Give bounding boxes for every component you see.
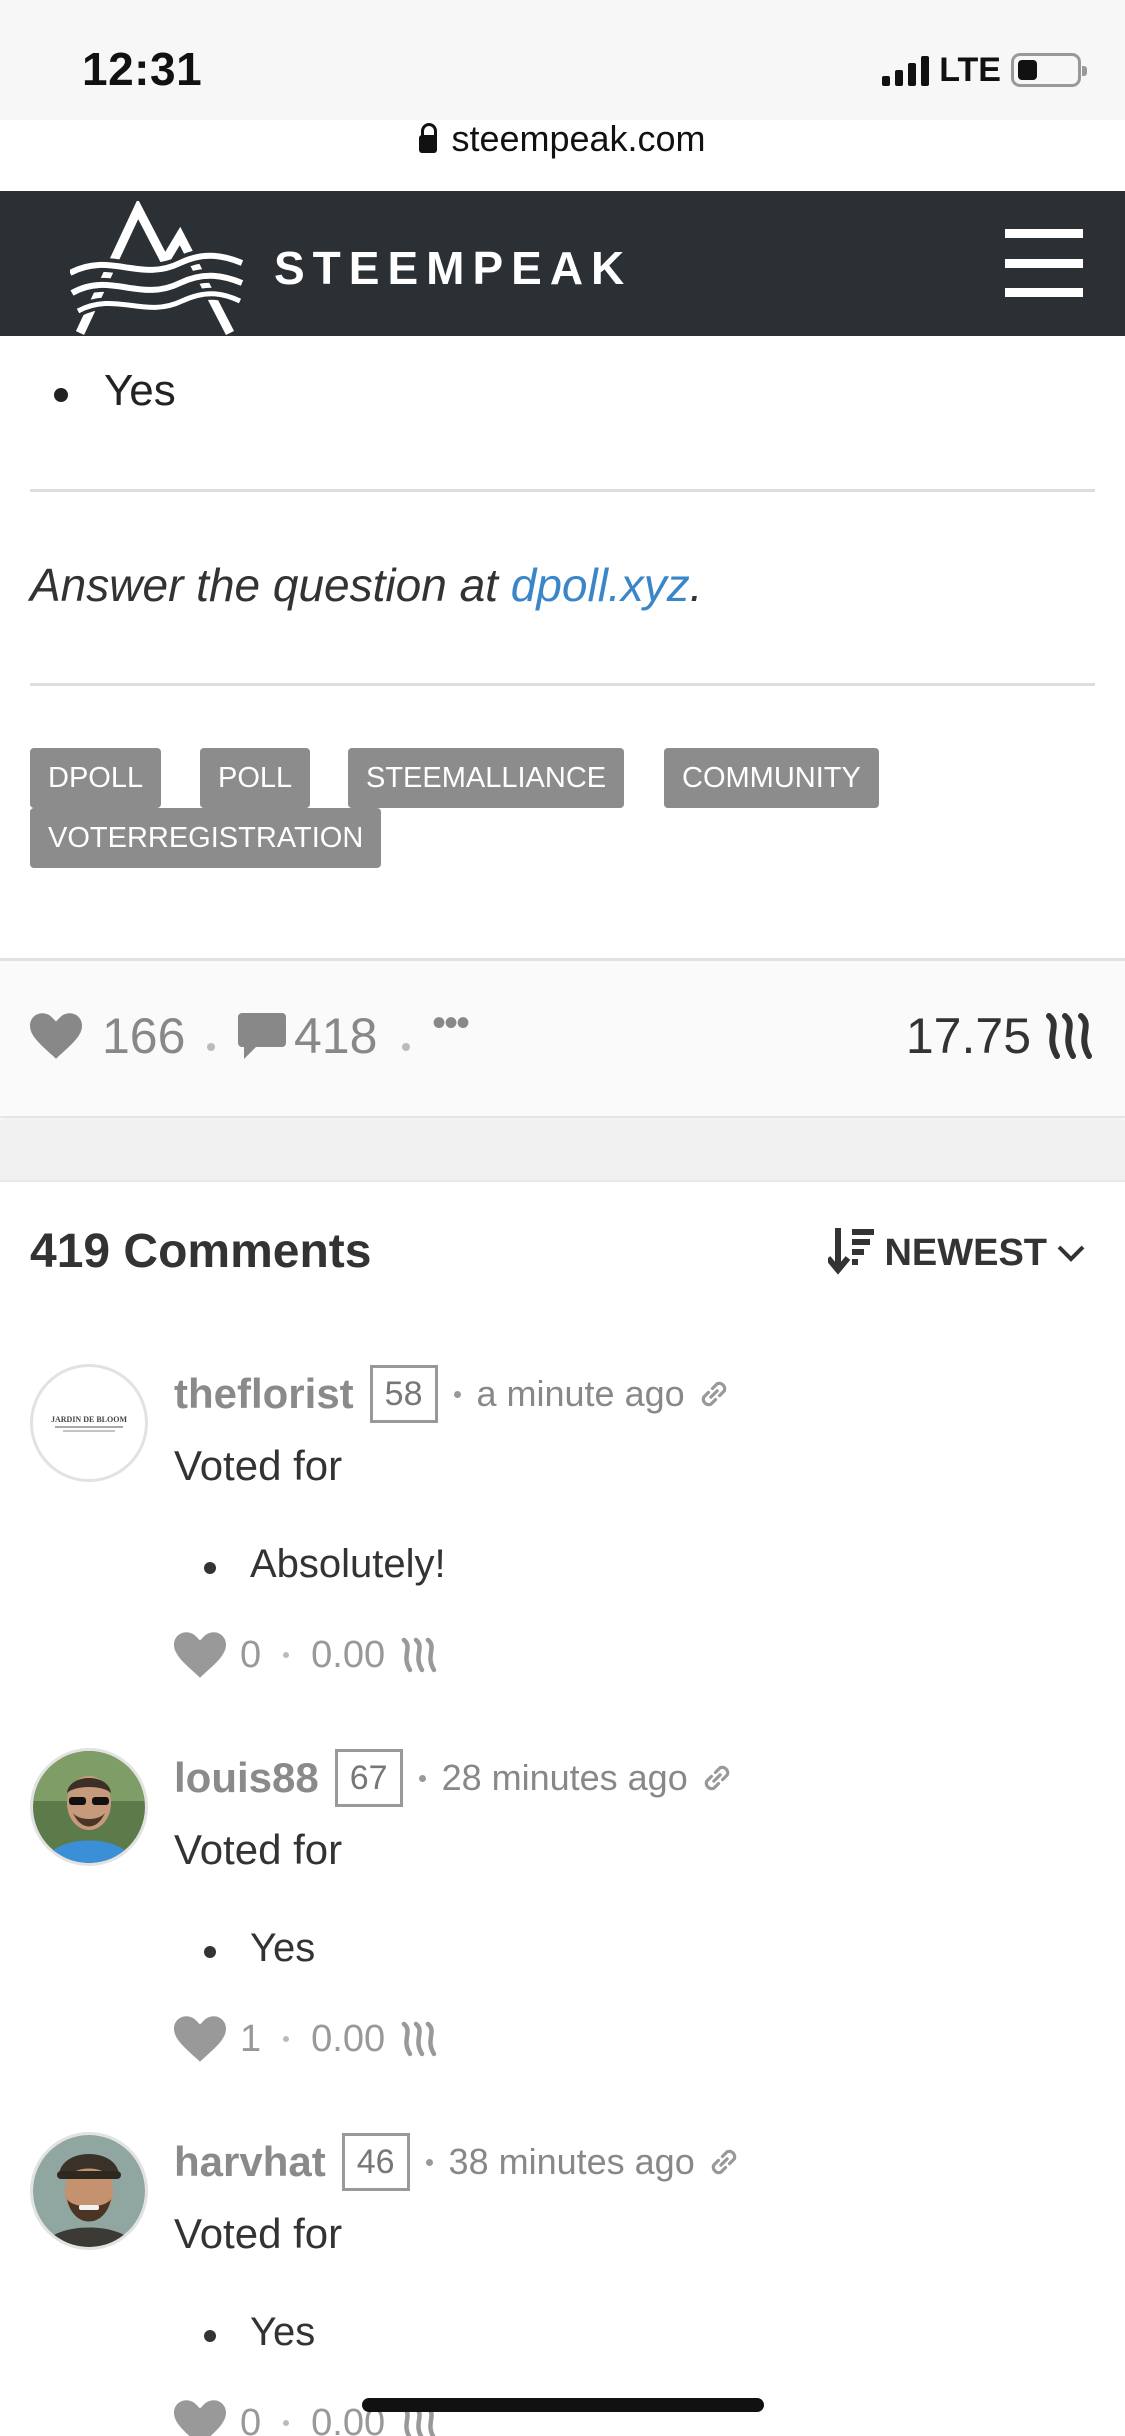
comment-header: theflorist 58 a minute ago [174,1364,733,1424]
comments-button[interactable]: 418 [238,1007,377,1065]
comment-vote-count: 1 [240,2017,262,2060]
tag-community[interactable]: COMMUNITY [664,748,879,808]
comment-time[interactable]: a minute ago [453,1373,733,1415]
comment-bullet: Absolutely! [204,1542,446,1586]
comment-count: 418 [294,1008,378,1064]
link-icon [701,1381,726,1407]
steem-icon [401,2021,437,2057]
heart-icon[interactable] [174,2400,226,2436]
separator [207,1043,215,1051]
comment-text: Voted for [174,1826,343,1873]
answer-line: Answer the question at dpoll.xyz. [30,559,703,611]
steempeak-logo-icon[interactable] [70,201,245,336]
avatar[interactable] [30,1748,148,1866]
address-bar[interactable]: steempeak.com [0,118,1125,160]
upvote-button[interactable]: 166 [30,1007,185,1065]
lock-icon [419,123,438,153]
network-label: LTE [939,50,1001,89]
chevron-down-icon [1057,1245,1085,1262]
sort-icon [828,1228,875,1275]
post-action-bar: 166 418 ••• 17.75 [0,958,1125,1118]
comment-payout[interactable]: 0.00 [311,1634,385,1677]
comment-vote-count: 0 [240,2401,262,2436]
heart-icon[interactable] [174,2016,226,2062]
payout-value: 17.75 [905,1008,1031,1064]
divider [30,489,1095,492]
comment-payout[interactable]: 0.00 [311,2018,385,2061]
separator [402,1043,410,1051]
comment-author[interactable]: harvhat [174,2138,326,2186]
reputation-badge: 67 [334,1749,403,1807]
comments-title: 419 Comments [30,1225,372,1278]
reputation-badge: 46 [341,2133,410,2191]
more-options-button[interactable]: ••• [432,1001,470,1046]
comment-icon [238,1013,286,1059]
sort-label: NEWEST [884,1231,1047,1274]
comment-author[interactable]: theflorist [174,1370,354,1418]
comment-bullet: Yes [203,2310,316,2354]
steem-icon [401,1637,437,1673]
tag-voterregistration[interactable]: VOTERREGISTRATION [30,808,382,868]
clock: 12:31 [82,43,203,95]
url-text: steempeak.com [451,118,706,159]
status-indicators: LTE [882,50,1087,90]
hamburger-menu-icon[interactable] [1005,229,1083,297]
heart-icon[interactable] [174,1632,226,1678]
poll-option-bullet: Yes [54,366,176,415]
battery-icon [1011,53,1087,87]
comment-vote-count: 0 [240,1633,262,1676]
heart-icon [30,1013,82,1059]
avatar[interactable]: JARDIN DE BLOOM [30,1364,148,1482]
comment-actions: 1 0.00 [174,2016,439,2062]
link-icon [711,2149,736,2175]
tag-dpoll[interactable]: DPOLL [30,748,162,808]
comment-time[interactable]: 38 minutes ago [425,2141,743,2183]
comment-time[interactable]: 28 minutes ago [418,1757,736,1799]
vote-count: 166 [102,1008,186,1064]
sort-dropdown[interactable]: NEWEST [828,1228,1085,1278]
home-indicator[interactable] [362,2398,764,2412]
steem-icon [1046,1013,1092,1059]
section-gap [0,1120,1125,1180]
comment-author[interactable]: louis88 [174,1754,319,1802]
site-header: STEEMPEAK [0,191,1125,336]
comment-bullet: Yes [203,1926,316,1970]
comment-text: Voted for [174,2210,343,2257]
brand-name[interactable]: STEEMPEAK [274,241,632,295]
post-payout[interactable]: 17.75 [906,1007,1095,1065]
avatar[interactable] [30,2132,148,2250]
tag-steemalliance[interactable]: STEEMALLIANCE [348,748,625,808]
avatar-logo-text: JARDIN DE BLOOM [51,1415,127,1424]
comment-actions: 0 0.00 [174,1632,439,1678]
signal-icon [882,54,930,86]
comment-header: louis88 67 28 minutes ago [174,1748,736,1808]
link-icon [704,1765,729,1791]
tag-poll[interactable]: POLL [200,748,311,808]
reputation-badge: 58 [369,1365,438,1423]
comment-header: harvhat 46 38 minutes ago [174,2132,743,2192]
comment-text: Voted for [174,1442,343,1489]
status-bar: 12:31 LTE [0,0,1125,120]
dpoll-link[interactable]: dpoll.xyz [511,559,690,611]
divider [30,683,1095,686]
